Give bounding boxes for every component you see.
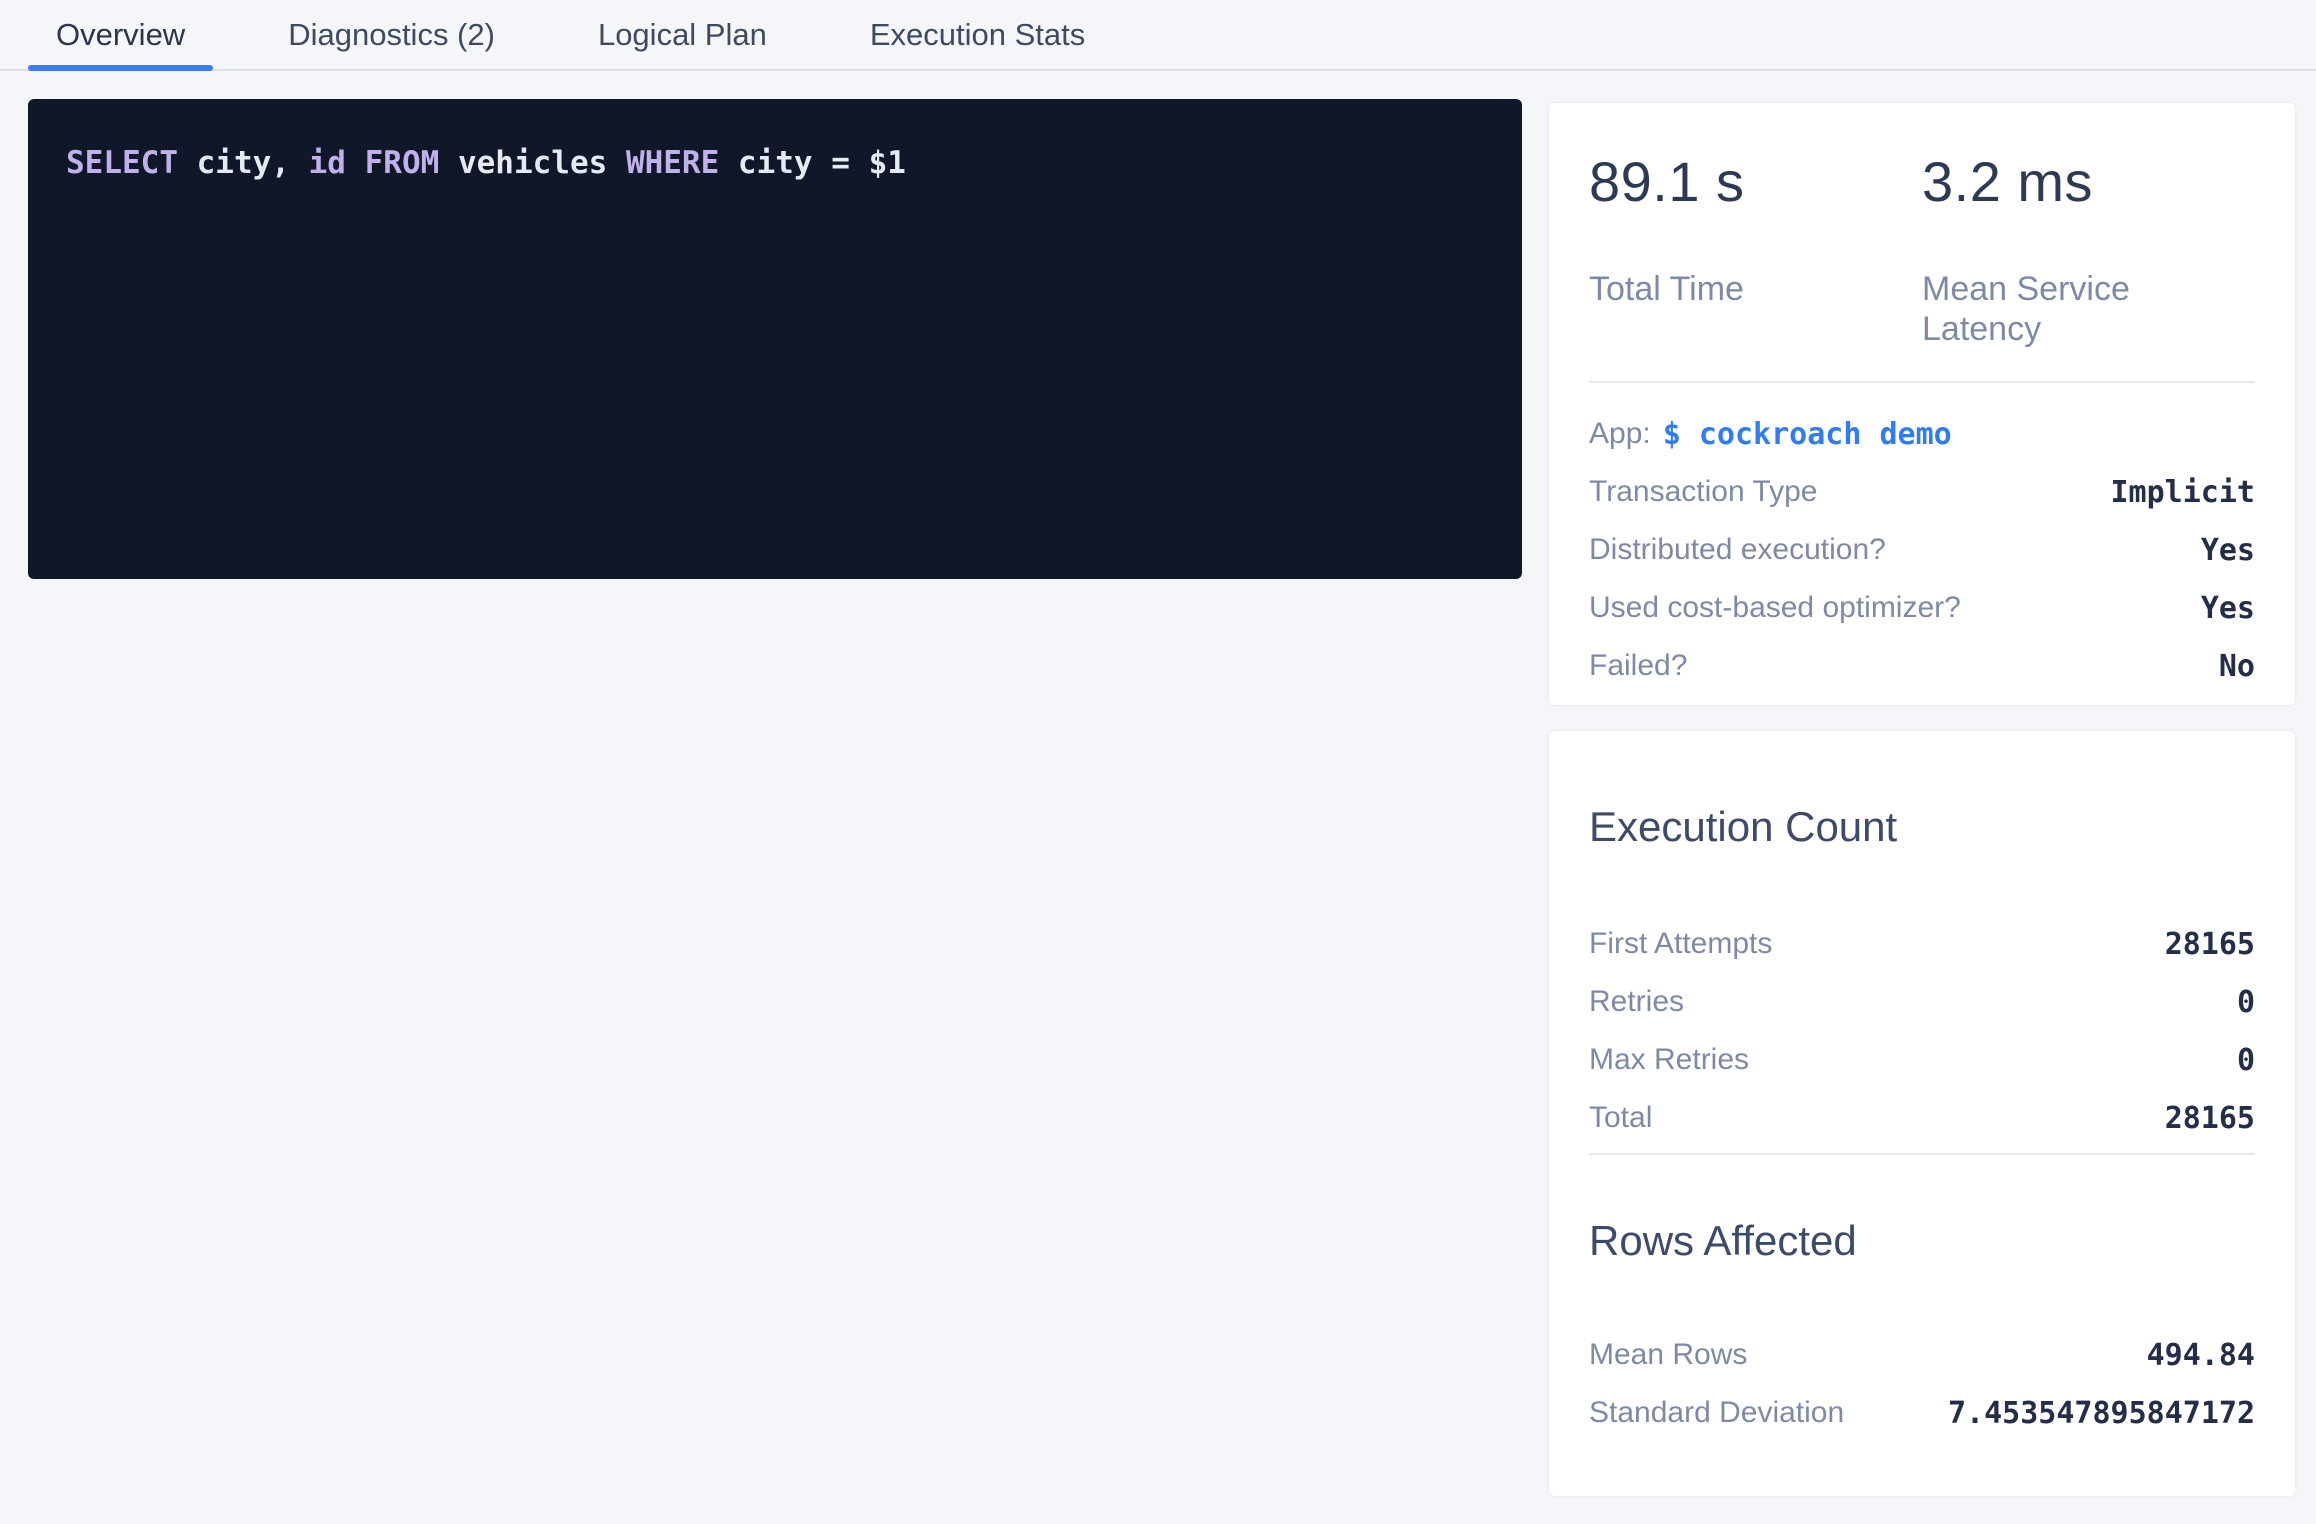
sql-statement-box: SELECT city, id FROM vehicles WHERE city… [28,99,1522,579]
cost-based-optimizer-label: Used cost-based optimizer? [1589,591,1961,625]
rows-affected-title: Rows Affected [1589,1215,2255,1267]
sql-statement-text: SELECT city, id FROM vehicles WHERE city… [66,143,1484,185]
mean-rows-row: Mean Rows 494.84 [1589,1326,2255,1384]
stat-total-time: 89.1 s Total Time [1589,151,1922,349]
standard-deviation-row: Standard Deviation 7.453547895847172 [1589,1384,2255,1442]
app-label: App: [1589,417,1651,451]
tab-execution-stats[interactable]: Execution Stats [842,0,1113,69]
execution-count-card: Execution Count First Attempts 28165 Ret… [1549,731,2295,1496]
mean-service-latency-label: Mean Service Latency [1922,269,2255,349]
sql-token-from: FROM [365,145,440,181]
transaction-type-row: Transaction Type Implicit [1589,463,2255,521]
failed-value: No [2219,649,2255,684]
app-link[interactable]: $ cockroach demo [1663,417,1952,452]
first-attempts-row: First Attempts 28165 [1589,915,2255,973]
execution-count-rows: First Attempts 28165 Retries 0 Max Retri… [1589,915,2255,1147]
distributed-execution-value: Yes [2201,533,2255,568]
transaction-type-label: Transaction Type [1589,475,1817,509]
summary-card: 89.1 s Total Time 3.2 ms Mean Service La… [1549,103,2295,705]
total-label: Total [1589,1101,1652,1135]
max-retries-row: Max Retries 0 [1589,1031,2255,1089]
max-retries-value: 0 [2237,1043,2255,1078]
retries-label: Retries [1589,985,1684,1019]
summary-divider [1589,381,2255,383]
cost-based-optimizer-row: Used cost-based optimizer? Yes [1589,579,2255,637]
standard-deviation-value: 7.453547895847172 [1948,1396,2255,1431]
tab-overview[interactable]: Overview [28,0,213,69]
first-attempts-value: 28165 [2165,927,2255,962]
first-attempts-label: First Attempts [1589,927,1772,961]
statement-details-sidebar: 89.1 s Total Time 3.2 ms Mean Service La… [1549,103,2295,1496]
sql-token-space [346,145,365,181]
execution-count-title: Execution Count [1589,801,2255,853]
retries-value: 0 [2237,985,2255,1020]
max-retries-label: Max Retries [1589,1043,1749,1077]
summary-rows: App: $ cockroach demo Transaction Type I… [1589,405,2255,695]
total-time-value: 89.1 s [1589,151,1922,213]
rows-affected-rows: Mean Rows 494.84 Standard Deviation 7.45… [1589,1326,2255,1442]
sql-token-vehicles: vehicles [439,145,626,181]
tab-logical-plan[interactable]: Logical Plan [570,0,795,69]
cost-based-optimizer-value: Yes [2201,591,2255,626]
retries-row: Retries 0 [1589,973,2255,1031]
overview-content: SELECT city, id FROM vehicles WHERE city… [0,71,2316,1496]
transaction-type-value: Implicit [2111,475,2256,510]
total-row: Total 28165 [1589,1089,2255,1147]
sql-token-where: WHERE [626,145,719,181]
standard-deviation-label: Standard Deviation [1589,1396,1844,1430]
tab-diagnostics[interactable]: Diagnostics (2) [260,0,523,69]
total-time-label: Total Time [1589,269,1922,309]
distributed-execution-label: Distributed execution? [1589,533,1886,567]
mean-service-latency-value: 3.2 ms [1922,151,2255,213]
failed-row: Failed? No [1589,637,2255,695]
distributed-execution-row: Distributed execution? Yes [1589,521,2255,579]
sql-token-id: id [309,145,346,181]
stat-mean-service-latency: 3.2 ms Mean Service Latency [1922,151,2255,349]
failed-label: Failed? [1589,649,1687,683]
app-row: App: $ cockroach demo [1589,405,2255,463]
statement-tabs: Overview Diagnostics (2) Logical Plan Ex… [0,0,2316,71]
summary-stats: 89.1 s Total Time 3.2 ms Mean Service La… [1589,151,2255,349]
total-value: 28165 [2165,1101,2255,1136]
counts-divider [1589,1153,2255,1155]
sql-token-predicate: city = $1 [719,145,906,181]
sql-token-select: SELECT [66,145,178,181]
mean-rows-value: 494.84 [2147,1338,2255,1373]
sql-token-city: city, [178,145,309,181]
mean-rows-label: Mean Rows [1589,1338,1747,1372]
